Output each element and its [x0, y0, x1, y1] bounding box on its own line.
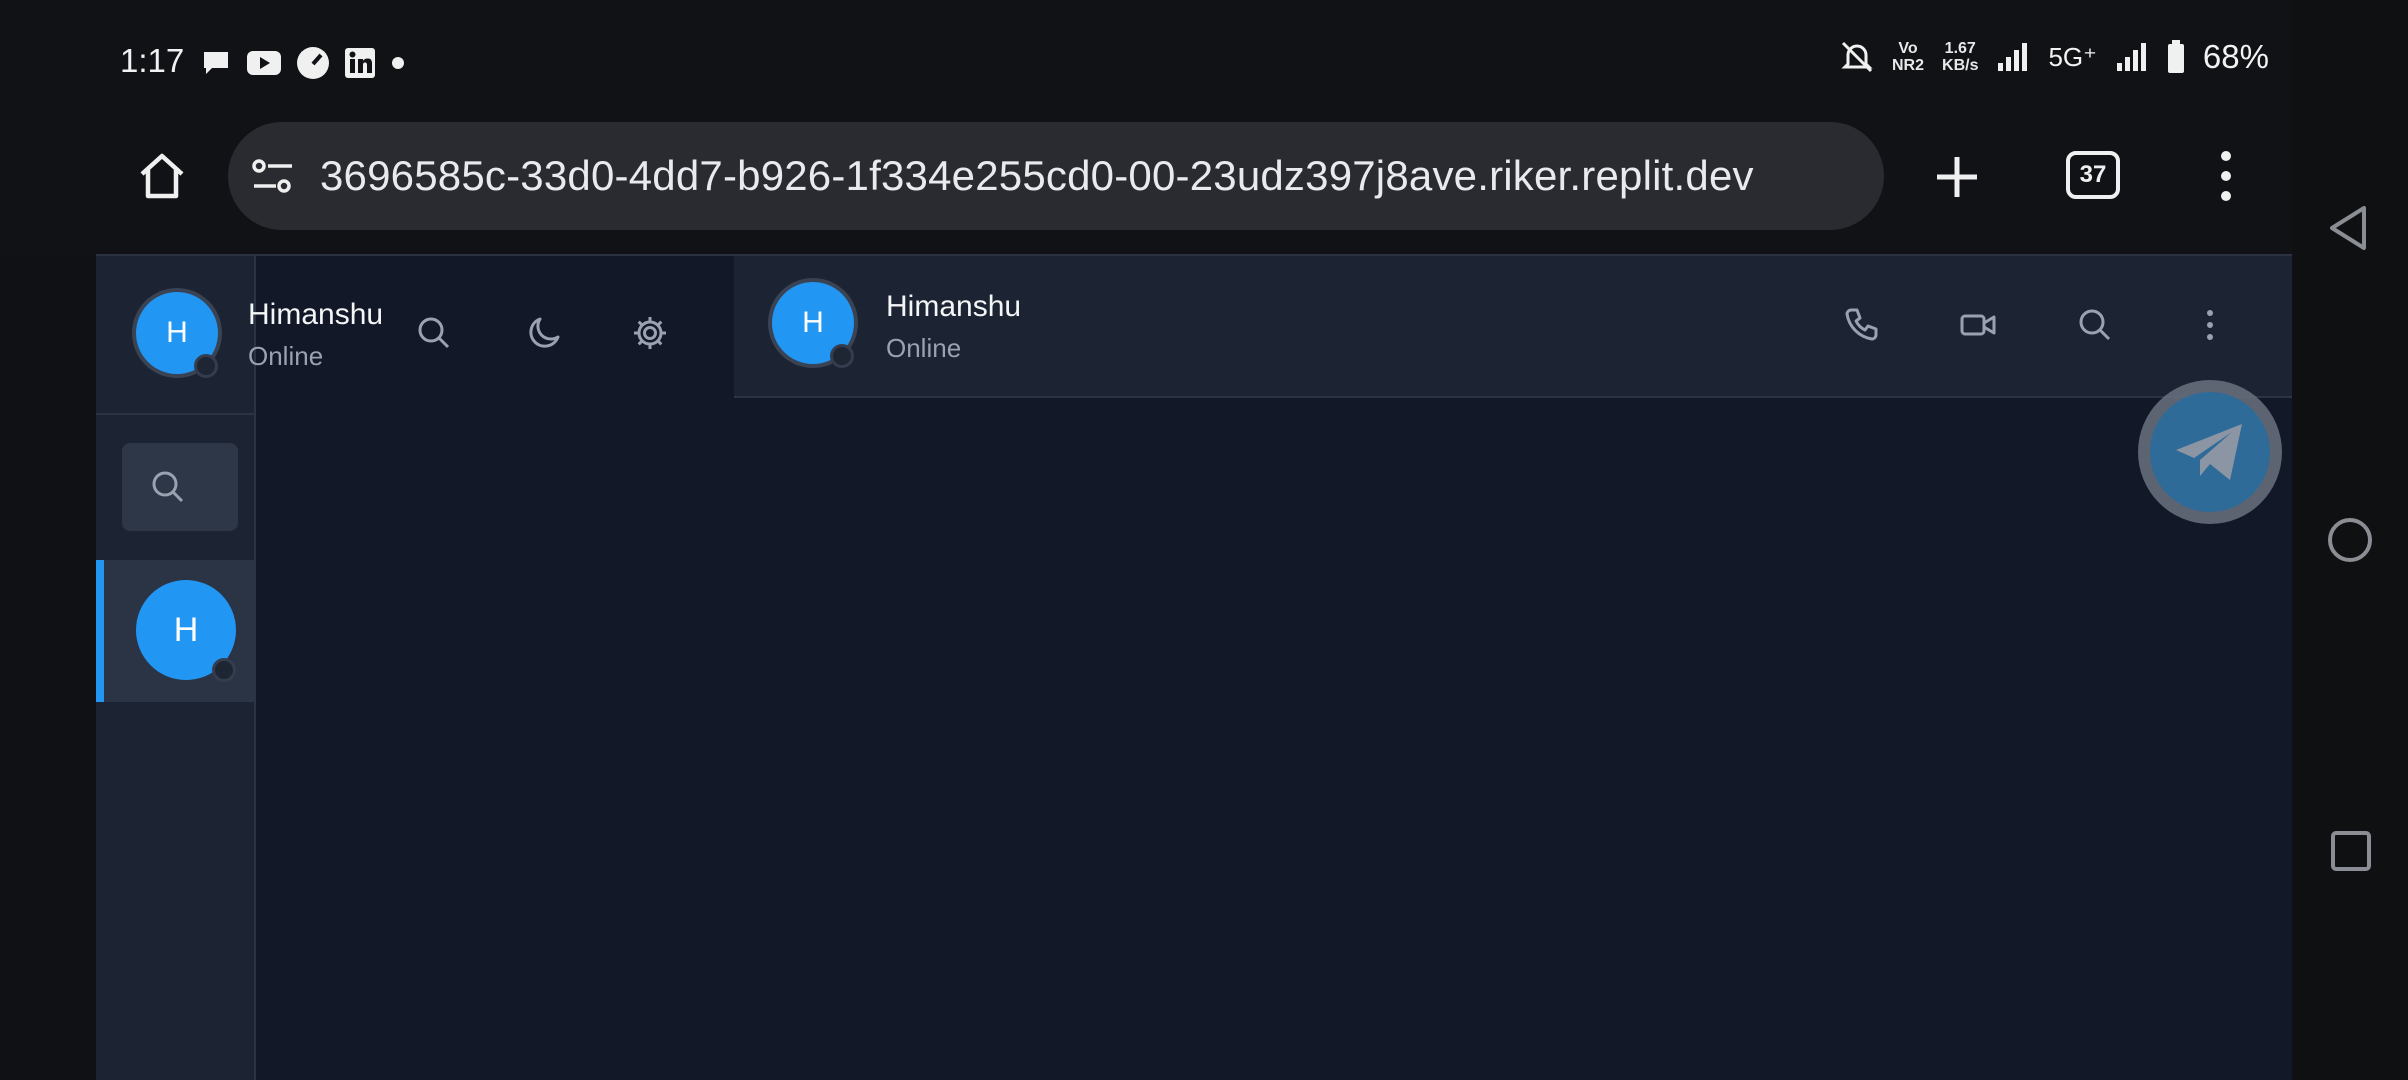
more-vert-icon[interactable]: [2210, 148, 2242, 204]
chat-presence-dot: [830, 344, 854, 368]
chat-header: [734, 256, 2292, 398]
signal-icon: [1998, 43, 2028, 71]
active-indicator: [96, 560, 104, 702]
recents-icon[interactable]: [2330, 830, 2372, 872]
home-icon[interactable]: [134, 148, 190, 204]
battery-icon: [2167, 40, 2184, 73]
user-name: Himanshu: [248, 298, 384, 331]
linkedin-icon: [345, 48, 375, 78]
network-speed-value: 1.67: [1944, 40, 1976, 57]
notification-icons: [200, 46, 406, 80]
network-speed-unit: KB/s: [1942, 57, 1979, 74]
url-text[interactable]: 3696585c-33d0-4dd7-b926-1f334e255cd0-00-…: [320, 152, 1754, 200]
chat-contact-status: Online: [886, 333, 962, 363]
video-icon[interactable]: [1960, 307, 1996, 343]
presence-dot: [212, 658, 236, 682]
status-time: 1:17: [120, 42, 185, 79]
network-type: 5G⁺: [2048, 41, 2097, 72]
url-bar[interactable]: 3696585c-33d0-4dd7-b926-1f334e255cd0-00-…: [228, 122, 1884, 230]
volte-bottom: NR2: [1892, 57, 1925, 74]
search-icon[interactable]: [2077, 307, 2113, 343]
chat-search-button[interactable]: [122, 443, 238, 531]
rail-divider: [96, 413, 254, 415]
more-vert-icon[interactable]: [2200, 307, 2220, 343]
speedometer-icon: [297, 47, 329, 79]
search-icon[interactable]: [416, 315, 452, 351]
telegram-fab[interactable]: [2150, 392, 2270, 512]
chat-bubble-icon: [204, 52, 228, 74]
dot-icon: [392, 57, 404, 69]
user-status: Online: [248, 341, 324, 371]
tab-count: 37: [2079, 161, 2107, 188]
send-icon: [2176, 424, 2242, 480]
network-speed: 1.67 KB/s: [1942, 40, 1978, 74]
moon-icon[interactable]: [526, 315, 562, 351]
battery-percent: 68%: [2202, 38, 2269, 75]
back-icon[interactable]: [2326, 204, 2370, 252]
chat-avatar-initial: H: [802, 306, 824, 339]
signal-icon: [2116, 43, 2146, 71]
gear-icon[interactable]: [632, 315, 668, 351]
chat-contact-name: Himanshu: [886, 290, 1022, 323]
new-tab-icon[interactable]: [1932, 152, 1982, 202]
search-icon: [152, 471, 184, 503]
mute-icon: [1841, 41, 1873, 73]
youtube-icon: [247, 51, 281, 75]
home-nav-icon[interactable]: [2326, 516, 2374, 564]
volte-indicator: Vo NR2: [1892, 40, 1924, 74]
user-presence-dot: [194, 354, 218, 378]
volte-top: Vo: [1898, 40, 1918, 57]
user-avatar-initial: H: [166, 316, 188, 349]
phone-icon[interactable]: [1843, 307, 1879, 343]
site-settings-icon[interactable]: [250, 156, 296, 196]
avatar-initial: H: [173, 610, 199, 649]
tabs-button[interactable]: 37: [2066, 151, 2120, 199]
